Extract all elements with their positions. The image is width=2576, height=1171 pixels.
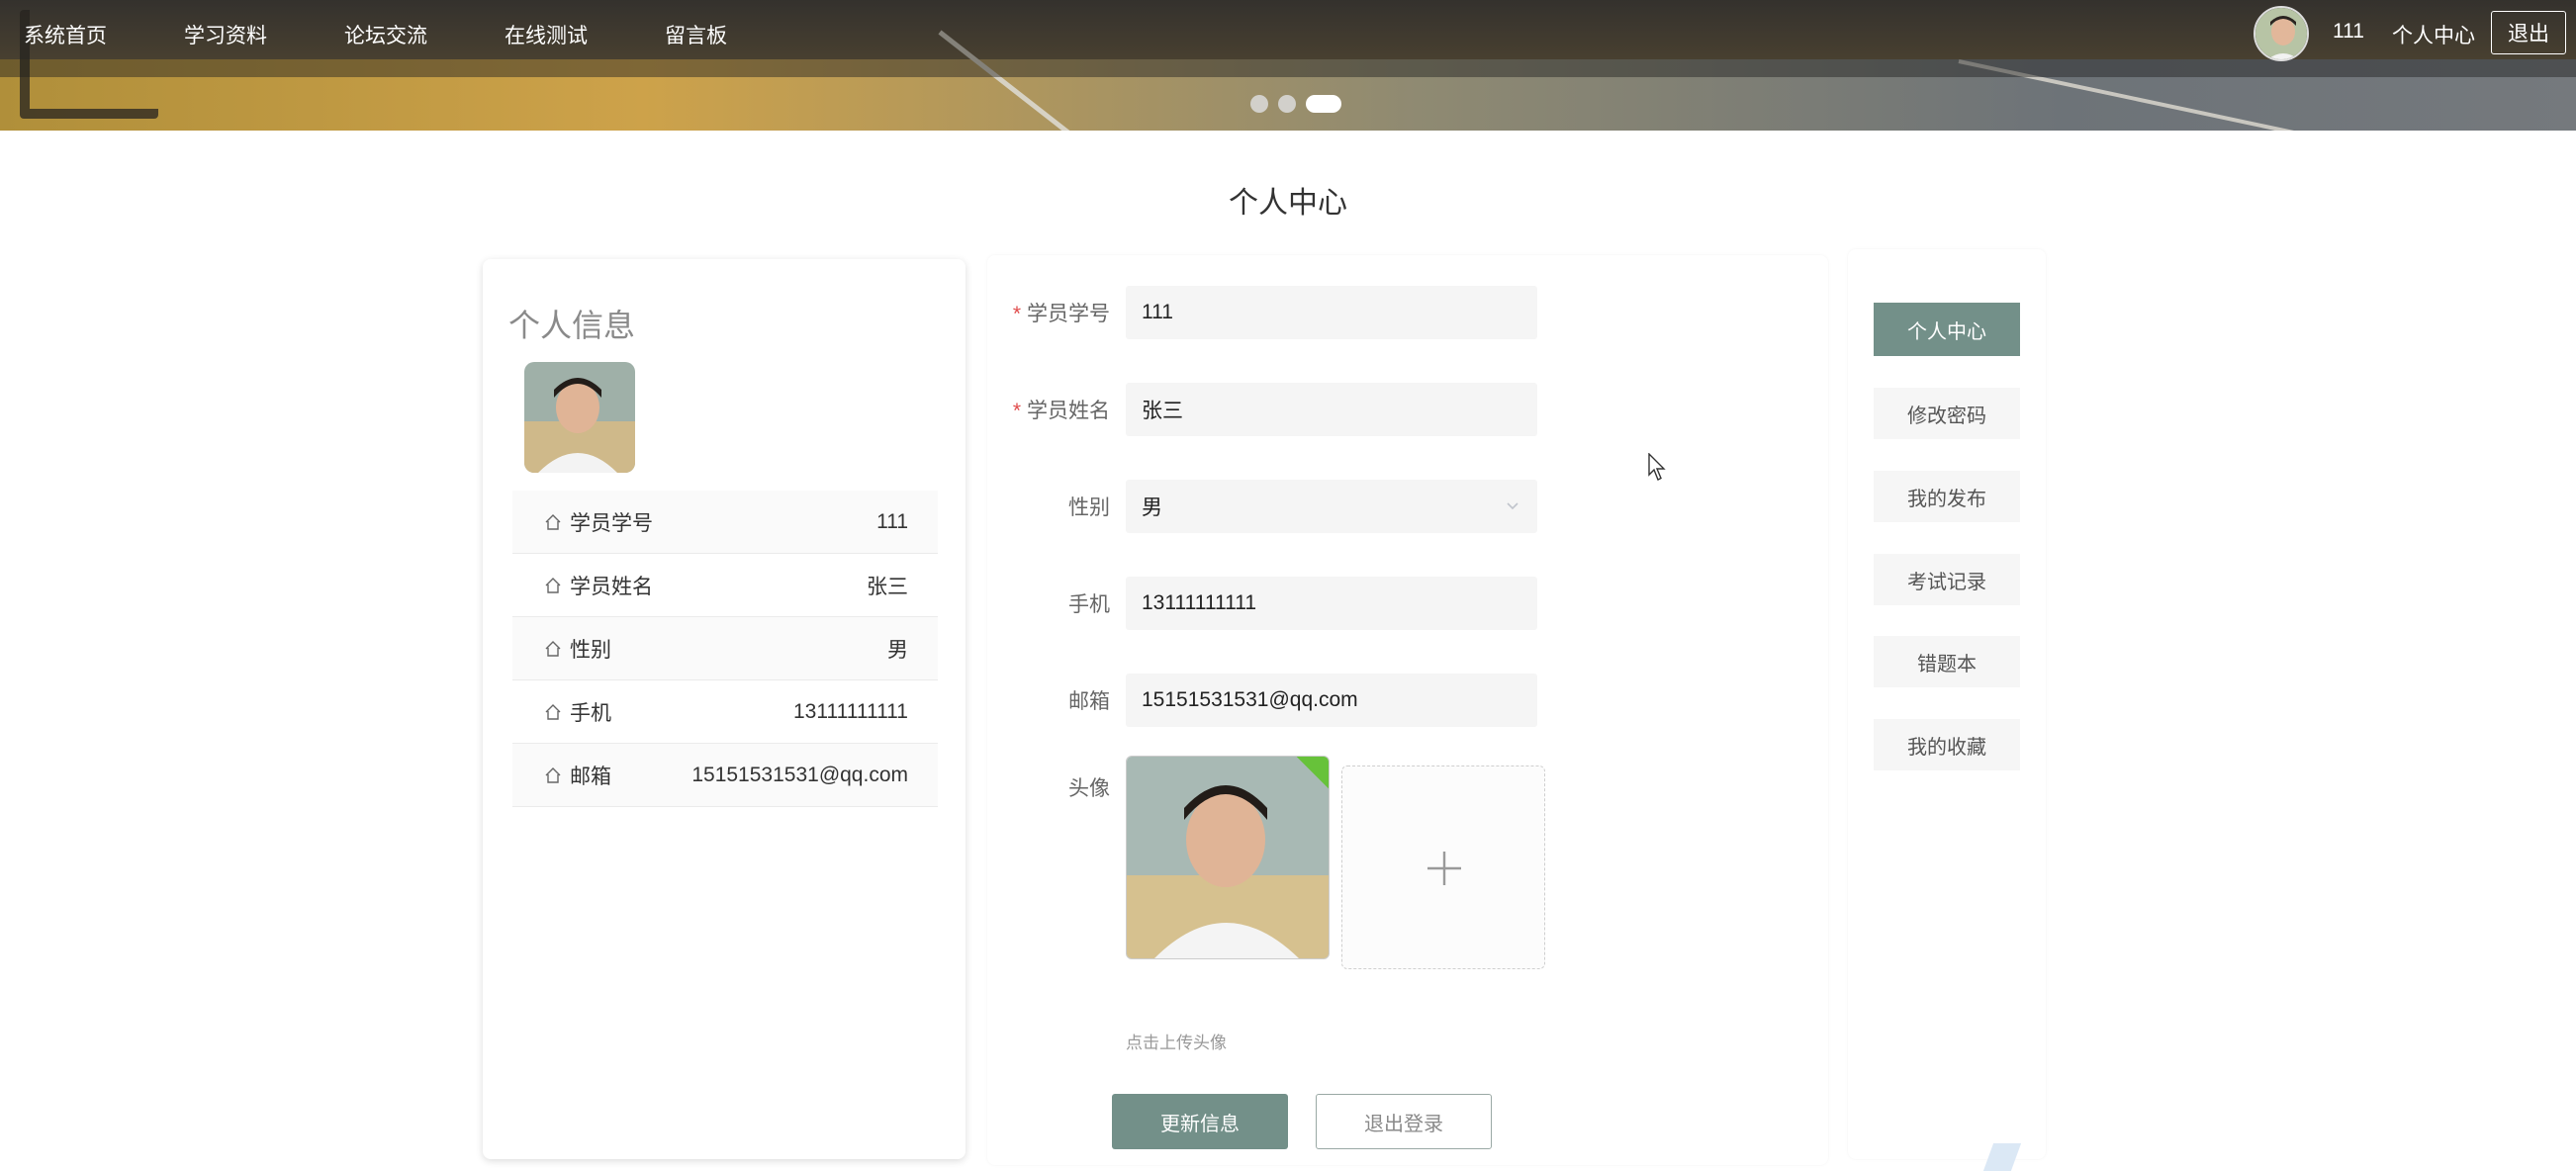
phone-input[interactable]: 13111111111 [1126,577,1537,630]
side-menu-my-posts[interactable]: 我的发布 [1874,471,2020,522]
avatar-upload-button[interactable] [1341,766,1545,969]
nav-home[interactable]: 系统首页 [24,20,107,49]
email-label: 邮箱 [1068,690,1110,713]
info-value: 15151531531@qq.com [691,763,908,786]
avatar-label: 头像 [1068,777,1110,800]
required-mark: * [1012,400,1021,422]
name-label: * 学员姓名 [1013,395,1110,424]
chevron-down-icon [1507,502,1518,510]
profile-card-title: 个人信息 [508,308,636,343]
student-no-label: * 学员学号 [1013,298,1110,327]
form-row-name: * 学员姓名 张三 [987,382,1828,437]
plus-icon [1427,852,1461,885]
side-menu-card [1848,249,2046,1159]
info-value: 111 [876,509,908,533]
info-row-student-no: 学员学号 111 [512,491,938,554]
carousel-dot[interactable] [1278,95,1296,113]
info-row-email: 邮箱 15151531531@qq.com [512,744,938,807]
info-label: 邮箱 [570,765,611,788]
nav-message-board[interactable]: 留言板 [665,20,727,49]
personal-center-link[interactable]: 个人中心 [2392,20,2475,49]
carousel-dot-active[interactable] [1306,95,1341,113]
info-label: 性别 [570,638,611,662]
update-info-button[interactable]: 更新信息 [1112,1094,1288,1149]
profile-avatar [524,362,635,473]
side-menu-change-password[interactable]: 修改密码 [1874,388,2020,439]
info-row-phone: 手机 13111111111 [512,680,938,744]
header-banner: 系统首页 学习资料 论坛交流 在线测试 留言板 111 个人中心 退出 [0,0,2576,131]
info-label: 学员学号 [570,511,653,535]
info-row-gender: 性别 男 [512,617,938,680]
student-no-input[interactable]: 111 [1126,286,1537,339]
page-title: 个人中心 [1229,187,1347,220]
mouse-cursor-icon [1648,453,1666,481]
form-row-gender: 性别 男 [987,479,1828,534]
logout-button[interactable]: 退出 [2491,11,2566,54]
home-icon [545,577,561,593]
nav-online-test[interactable]: 在线测试 [505,20,588,49]
side-menu-exam-records[interactable]: 考试记录 [1874,554,2020,605]
gender-select-value: 男 [1142,496,1162,519]
form-row-email: 邮箱 15151531531@qq.com [987,673,1828,728]
username-label: 111 [2333,20,2364,43]
home-icon [545,766,561,783]
nav-forum[interactable]: 论坛交流 [344,20,427,49]
info-label: 手机 [570,701,611,725]
profile-info-list: 学员学号 111 学员姓名 张三 性别 男 手机 13111111111 邮箱 … [512,491,938,807]
info-value: 男 [887,638,908,662]
profile-info-card: 个人信息 学员学号 111 学员姓名 张三 性别 男 手机 1311111111… [483,259,966,1159]
student-no-label-text: 学员学号 [1027,303,1110,325]
home-icon [545,703,561,720]
profile-form-card: * 学员学号 111 * 学员姓名 张三 性别 男 手机 13111111111 邮… [987,255,1828,1165]
info-value: 13111111111 [792,699,908,723]
gender-select[interactable]: 男 [1126,480,1537,533]
logout-account-button[interactable]: 退出登录 [1316,1094,1492,1149]
nav-study-materials[interactable]: 学习资料 [184,20,267,49]
info-row-name: 学员姓名 张三 [512,554,938,617]
email-input[interactable]: 15151531531@qq.com [1126,674,1537,727]
info-value: 张三 [867,575,908,598]
home-icon [545,513,561,530]
form-row-phone: 手机 13111111111 [987,576,1828,631]
gender-label: 性别 [1068,496,1110,519]
required-mark: * [1012,303,1021,325]
side-menu-wrong-questions[interactable]: 错题本 [1874,636,2020,687]
side-menu-personal-center[interactable]: 个人中心 [1874,303,2020,356]
form-row-student-no: * 学员学号 111 [987,285,1828,340]
side-menu-favorites[interactable]: 我的收藏 [1874,719,2020,770]
name-input[interactable]: 张三 [1126,383,1537,436]
info-label: 学员姓名 [570,575,653,598]
user-avatar[interactable] [2254,6,2309,61]
carousel-indicators [1250,95,1341,113]
home-icon [545,640,561,657]
name-label-text: 学员姓名 [1027,400,1110,422]
phone-label: 手机 [1068,593,1110,616]
upload-hint: 点击上传头像 [1126,1034,1227,1052]
uploaded-avatar-preview[interactable] [1126,756,1330,959]
carousel-dot[interactable] [1250,95,1268,113]
